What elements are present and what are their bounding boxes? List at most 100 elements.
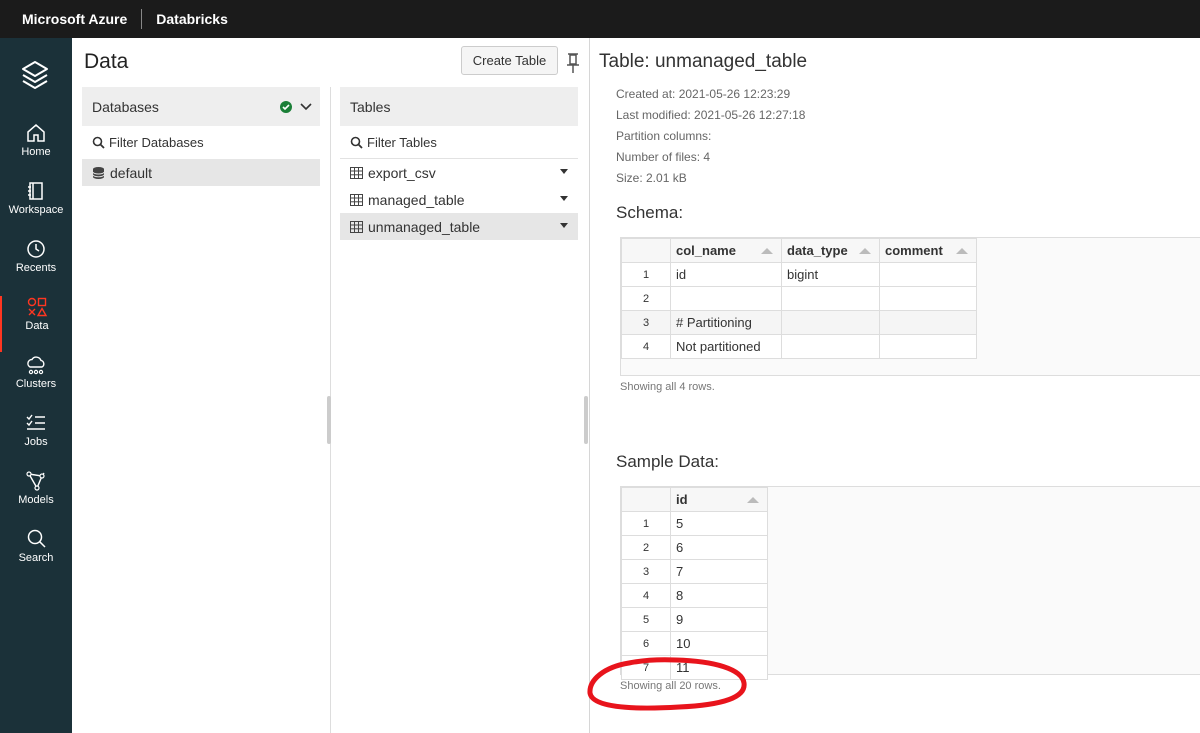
clock-icon (27, 240, 45, 258)
search-icon (27, 529, 46, 548)
pin-icon[interactable] (566, 52, 580, 74)
schema-row-count: Showing all 4 rows. (620, 381, 715, 393)
filter-tables-placeholder: Filter Tables (367, 134, 437, 150)
filter-tables-input[interactable]: Filter Tables (340, 127, 578, 157)
column-header-label: comment (885, 243, 943, 258)
table-row: 6 10 (621, 631, 768, 656)
database-icon (92, 166, 105, 179)
database-item-default[interactable]: default (82, 159, 320, 186)
databases-header[interactable]: Databases (82, 87, 320, 126)
column-header-data-type[interactable]: data_type (781, 238, 880, 263)
create-table-button[interactable]: Create Table (461, 46, 558, 75)
databases-header-label: Databases (92, 98, 159, 115)
filter-databases-input[interactable]: Filter Databases (82, 127, 320, 157)
sample-grid: id 15 26 37 48 59 6 10 7 11 (620, 486, 1200, 680)
cloud-icon (27, 356, 45, 375)
table-row: 2 (621, 286, 977, 311)
row-number: 3 (621, 559, 671, 584)
nav-item-workspace[interactable]: Workspace (0, 180, 72, 236)
table-detail-title: Table: unmanaged_table (599, 51, 808, 72)
table-cell: bigint (781, 262, 880, 287)
table-row: 4 Not partitioned (621, 334, 977, 359)
table-cell: # Partitioning (670, 310, 782, 335)
table-row: 59 (621, 607, 768, 632)
table-item-label: export_csv (368, 164, 436, 181)
sort-arrow-icon[interactable] (859, 248, 871, 254)
search-icon (350, 136, 363, 149)
table-cell (879, 334, 977, 359)
nav-item-recents[interactable]: Recents (0, 238, 72, 294)
table-row: 48 (621, 583, 768, 608)
resize-handle[interactable] (327, 396, 331, 444)
table-icon (350, 220, 363, 233)
nav-label: Models (18, 494, 54, 506)
table-cell (879, 310, 977, 335)
nav-item-clusters[interactable]: Clusters (0, 354, 72, 410)
nav-label: Recents (15, 262, 57, 274)
red-annotation-circle (587, 657, 747, 711)
databricks-logo-icon[interactable] (20, 58, 50, 92)
row-number: 1 (621, 511, 671, 536)
sort-arrow-icon[interactable] (956, 248, 968, 254)
table-cell (781, 334, 880, 359)
column-header-label: col_name (676, 243, 736, 258)
nav-item-models[interactable]: Models (0, 470, 72, 526)
row-number: 2 (621, 535, 671, 560)
database-item-label: default (110, 164, 153, 181)
check-circle-icon (280, 101, 292, 113)
nav-label: Data (25, 320, 49, 332)
table-cell: 9 (670, 607, 768, 632)
table-row: 26 (621, 535, 768, 560)
table-row: 37 (621, 559, 768, 584)
table-cell: 7 (670, 559, 768, 584)
table-item-export-csv[interactable]: export_csv (340, 159, 578, 186)
table-row: 15 (621, 511, 768, 536)
nav-label: Clusters (15, 378, 57, 390)
column-header-col-name[interactable]: col_name (670, 238, 782, 263)
nav-item-home[interactable]: Home (0, 122, 72, 178)
meta-created: Created at: 2021-05-26 12:23:29 (616, 87, 791, 101)
table-item-managed-table[interactable]: managed_table (340, 186, 578, 213)
search-icon (92, 136, 105, 149)
nav-label: Jobs (24, 436, 48, 448)
column-header-id[interactable]: id (670, 487, 768, 512)
table-cell: 10 (670, 631, 768, 656)
filter-databases-placeholder: Filter Databases (109, 134, 204, 150)
table-cell (781, 310, 880, 335)
caret-down-icon[interactable] (560, 223, 568, 228)
schema-title: Schema: (616, 203, 684, 222)
sample-data-title: Sample Data: (616, 452, 719, 471)
table-icon (350, 166, 363, 179)
row-number: 5 (621, 607, 671, 632)
nav-item-data[interactable]: Data (0, 296, 72, 352)
data-icon (27, 297, 48, 317)
nav-item-search[interactable]: Search (0, 528, 72, 584)
resize-handle[interactable] (584, 396, 588, 444)
column-header-label: id (676, 492, 688, 507)
nav-item-jobs[interactable]: Jobs (0, 412, 72, 468)
caret-down-icon[interactable] (560, 169, 568, 174)
product-label: Databricks (156, 11, 228, 27)
row-number: 1 (621, 262, 671, 287)
left-nav: Home Workspace Recents Data Clusters Job… (0, 38, 72, 733)
chevron-down-icon[interactable] (300, 102, 312, 112)
meta-modified: Last modified: 2021-05-26 12:27:18 (616, 108, 806, 122)
sample-table: id 15 26 37 48 59 6 10 7 11 (621, 487, 768, 680)
meta-number-of-files: Number of files: 4 (616, 150, 711, 164)
row-number: 4 (621, 583, 671, 608)
table-cell (670, 286, 782, 311)
column-header-comment[interactable]: comment (879, 238, 977, 263)
nav-label: Workspace (8, 204, 64, 216)
table-cell: id (670, 262, 782, 287)
sort-arrow-icon[interactable] (747, 497, 759, 503)
models-icon (26, 471, 45, 491)
table-item-unmanaged-table[interactable]: unmanaged_table (340, 213, 578, 240)
sort-arrow-icon[interactable] (761, 248, 773, 254)
schema-grid: col_name data_type comment 1 id bigint 2… (620, 237, 1200, 376)
tables-header-label: Tables (350, 98, 391, 115)
table-cell (879, 286, 977, 311)
meta-partition-columns: Partition columns: (616, 129, 712, 143)
table-icon (350, 193, 363, 206)
meta-size: Size: 2.01 kB (616, 171, 687, 185)
caret-down-icon[interactable] (560, 196, 568, 201)
